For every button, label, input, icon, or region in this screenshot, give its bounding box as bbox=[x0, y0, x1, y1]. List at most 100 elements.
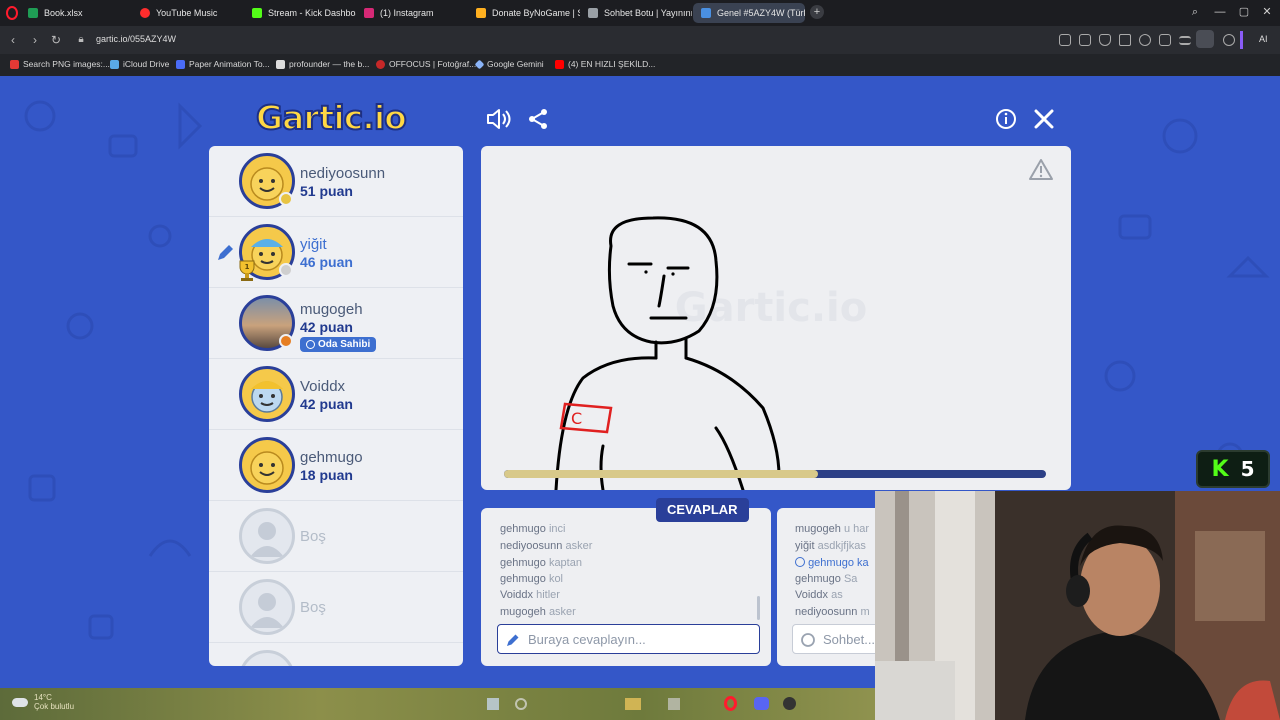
edit-icon[interactable] bbox=[1059, 34, 1071, 46]
message-text: kol bbox=[548, 573, 563, 585]
message-user: mugogeh bbox=[500, 606, 546, 618]
bookmark-png-search[interactable]: Search PNG images:... bbox=[10, 59, 110, 69]
task-view-icon[interactable] bbox=[487, 698, 499, 710]
tab-book[interactable]: Book.xlsx bbox=[20, 3, 132, 23]
discord-icon[interactable] bbox=[754, 697, 769, 710]
share-icon[interactable] bbox=[527, 108, 549, 130]
tab-sohbet-botu[interactable]: Sohbet Botu | Yayınını güç bbox=[580, 3, 692, 23]
aria-ai-icon[interactable] bbox=[1240, 31, 1243, 49]
message-text: Sa bbox=[843, 573, 858, 585]
download-icon[interactable] bbox=[1159, 34, 1171, 46]
bookmarks-bar: Search PNG images:... iCloud Drive Paper… bbox=[0, 54, 1280, 76]
opera-taskbar-icon[interactable] bbox=[724, 696, 737, 711]
bookmark-gemini[interactable]: Google Gemini bbox=[474, 59, 544, 69]
close-window-icon[interactable]: ✕ bbox=[1260, 5, 1274, 19]
warning-icon[interactable] bbox=[1029, 159, 1053, 180]
answer-message: mugogeh asker bbox=[500, 606, 576, 618]
message-user: gehmugo bbox=[808, 557, 854, 569]
app-icon[interactable] bbox=[668, 698, 680, 710]
answer-placeholder: Buraya cevaplayın... bbox=[528, 632, 646, 647]
avatar bbox=[239, 366, 295, 422]
play-icon[interactable] bbox=[1119, 34, 1131, 46]
weather-temp: 14°C bbox=[34, 693, 52, 702]
player-card[interactable]: mugogeh 42 puan Oda Sahibi bbox=[209, 288, 463, 359]
bookmark-icloud[interactable]: iCloud Drive bbox=[110, 59, 169, 69]
tab-instagram[interactable]: (1) Instagram bbox=[356, 3, 468, 23]
app-icon[interactable] bbox=[783, 697, 796, 710]
answers-scrollbar[interactable] bbox=[757, 596, 760, 620]
search-taskbar-icon[interactable] bbox=[515, 698, 527, 710]
player-card-drawing[interactable]: 1 yiğit 46 puan bbox=[209, 217, 463, 288]
maximize-icon[interactable]: ▢ bbox=[1237, 5, 1251, 19]
forward-arrow-icon[interactable]: › bbox=[28, 33, 42, 47]
reload-icon[interactable]: ↻ bbox=[49, 33, 63, 47]
bot-icon bbox=[588, 8, 598, 18]
tab-youtube-music[interactable]: YouTube Music bbox=[132, 3, 244, 23]
gartic-icon bbox=[701, 8, 711, 18]
tab-gartic-active[interactable]: Genel #5AZY4W (Türkçe) bbox=[693, 3, 805, 23]
timer-progress-fill bbox=[504, 470, 819, 478]
bookmark-icon bbox=[176, 59, 185, 69]
back-arrow-icon[interactable]: ‹ bbox=[6, 33, 20, 47]
camera-icon[interactable] bbox=[1079, 34, 1091, 46]
weather-widget[interactable]: 14°C Çok bulutlu bbox=[34, 693, 74, 711]
profile-icon[interactable] bbox=[1196, 30, 1214, 48]
answer-input[interactable]: Buraya cevaplayın... bbox=[497, 624, 760, 654]
url-text[interactable]: gartic.io/055AZY4W bbox=[96, 34, 176, 44]
player-name: gehmugo bbox=[300, 449, 363, 466]
youtube-music-icon bbox=[140, 8, 150, 18]
message-user: Voiddx bbox=[500, 589, 534, 601]
minimize-icon[interactable]: — bbox=[1213, 5, 1227, 19]
message-user: gehmugo bbox=[500, 523, 546, 535]
file-explorer-icon[interactable] bbox=[625, 698, 641, 710]
message-text: asker bbox=[565, 540, 593, 552]
player-card[interactable]: gehmugo 18 puan bbox=[209, 430, 463, 501]
player-card[interactable]: nediyoosunn 51 puan bbox=[209, 146, 463, 217]
heart-icon[interactable] bbox=[1139, 34, 1151, 46]
bookmark-profounder[interactable]: profounder — the b... bbox=[276, 59, 369, 69]
chat-message: gehmugo Sa bbox=[795, 573, 857, 585]
player-score: 42 puan bbox=[300, 396, 353, 412]
badge-label: Oda Sahibi bbox=[318, 339, 371, 350]
bookmark-label: OFFOCUS | Fotoğraf... bbox=[389, 59, 477, 69]
close-icon[interactable] bbox=[1034, 109, 1054, 129]
crown-icon bbox=[306, 340, 315, 349]
room-owner-badge: Oda Sahibi bbox=[300, 337, 377, 352]
bookmark-paper-animation[interactable]: Paper Animation To... bbox=[176, 59, 270, 69]
player-card[interactable]: Voiddx 42 puan bbox=[209, 359, 463, 430]
bookmark-offocus[interactable]: OFFOCUS | Fotoğraf... bbox=[376, 59, 476, 69]
info-icon[interactable] bbox=[995, 108, 1017, 130]
search-tabs-icon[interactable]: ⌕ bbox=[1188, 5, 1202, 19]
gartic-logo[interactable]: Gartic.io bbox=[255, 97, 408, 138]
empty-avatar bbox=[239, 508, 295, 564]
webcam-overlay bbox=[875, 491, 1280, 720]
message-user: nediyoosunn bbox=[500, 540, 563, 552]
drawing-canvas[interactable]: Gartic.io C bbox=[481, 146, 1071, 490]
extensions-icon[interactable] bbox=[1223, 34, 1235, 46]
tab-kick-dashboard[interactable]: Stream - Kick Dashboard bbox=[244, 3, 356, 23]
bookmark-label: Paper Animation To... bbox=[189, 59, 270, 69]
tab-label: Book.xlsx bbox=[44, 8, 83, 18]
chat-message: mugogeh u har bbox=[795, 523, 869, 535]
tab-label: YouTube Music bbox=[156, 8, 218, 18]
empty-slot-label: Boş bbox=[300, 528, 326, 545]
menu-icon[interactable] bbox=[1179, 36, 1191, 45]
empty-slot: Boş bbox=[209, 572, 463, 643]
bookmark-youtube[interactable]: (4) EN HIZLI ŞEKİLD... bbox=[555, 59, 655, 69]
message-text: kaptan bbox=[548, 557, 582, 569]
shield-icon[interactable] bbox=[1099, 34, 1111, 46]
lock-icon: 🔒︎ bbox=[78, 34, 84, 45]
empty-slot: Boş bbox=[209, 501, 463, 572]
timer-progress-bar bbox=[504, 470, 1046, 478]
ai-button[interactable]: AI bbox=[1259, 34, 1268, 44]
message-user: yiğit bbox=[795, 540, 815, 552]
smiley-avatar-icon bbox=[250, 451, 284, 485]
tab-donate[interactable]: Donate ByNoGame | Strea bbox=[468, 3, 580, 23]
message-user: gehmugo bbox=[500, 557, 546, 569]
player-name: yiğit bbox=[300, 236, 327, 253]
opera-logo-icon[interactable] bbox=[6, 6, 18, 20]
new-tab-plus-icon[interactable]: + bbox=[810, 5, 824, 19]
sound-icon[interactable] bbox=[486, 108, 512, 130]
player-name: Voiddx bbox=[300, 378, 346, 395]
drawing: Gartic.io C bbox=[554, 159, 1053, 490]
